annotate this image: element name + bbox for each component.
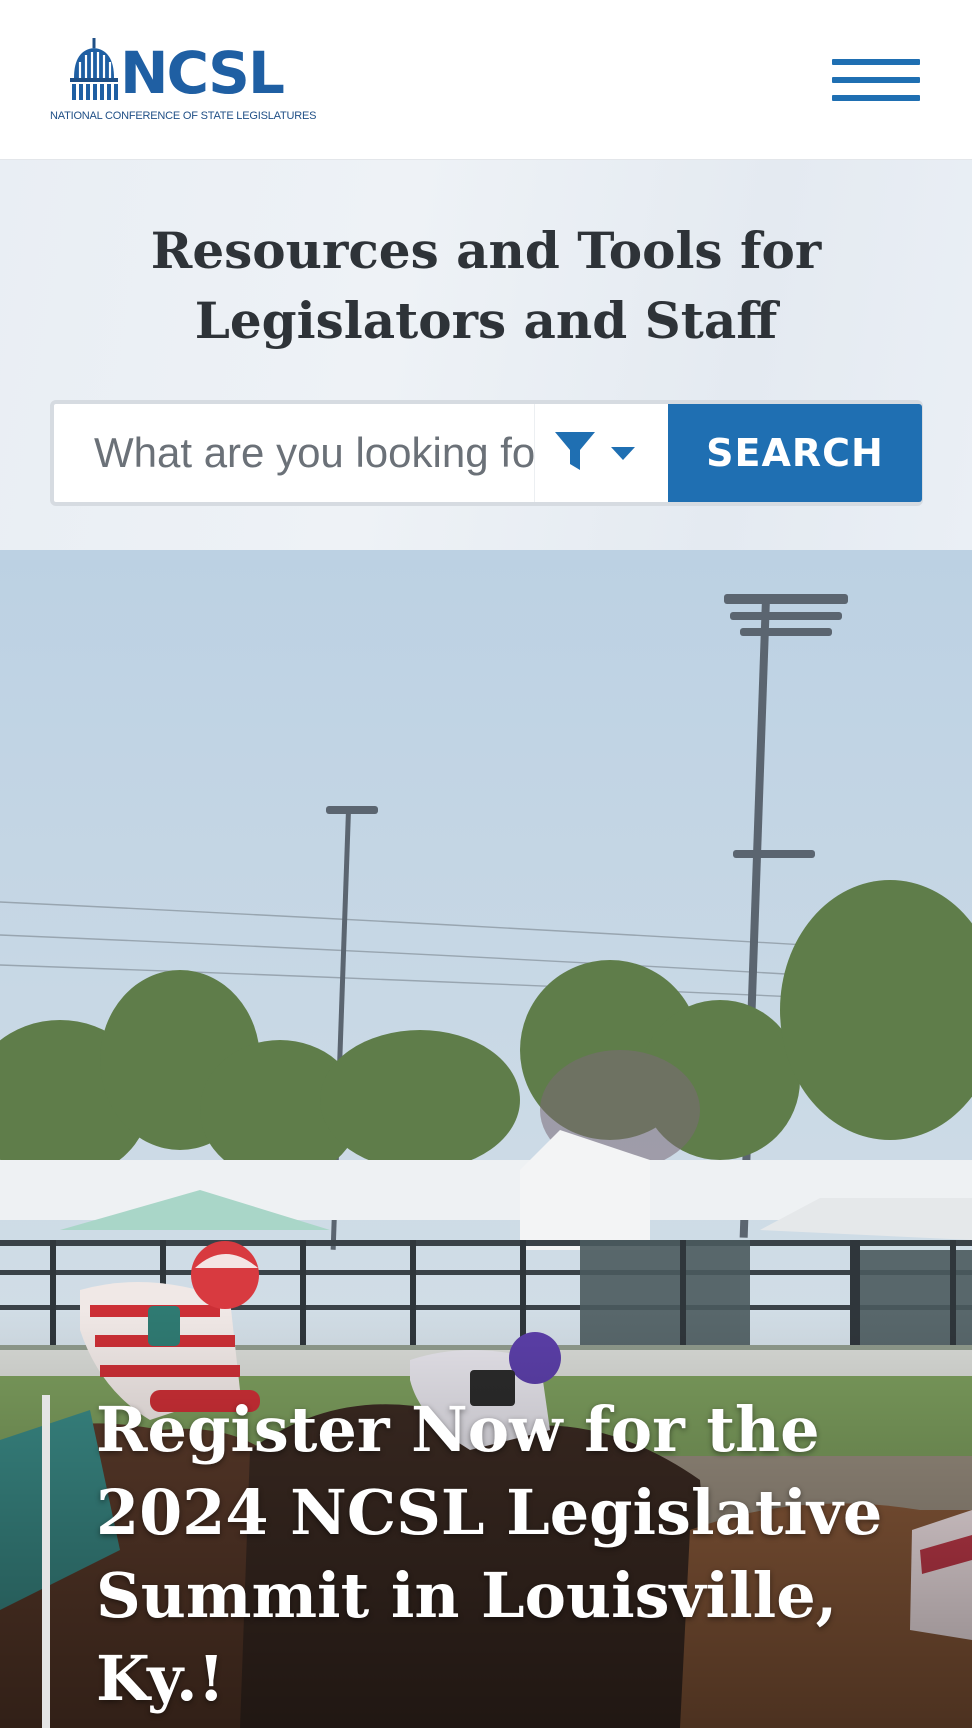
logo-subtitle: NATIONAL CONFERENCE OF STATE LEGISLATURE… [50,110,317,122]
ncsl-logo[interactable]: NCSL NATIONAL CONFERENCE OF STATE LEGISL… [50,36,317,126]
feature-accent-rule [42,1395,50,1728]
page-title: Resources and Tools for Legislators and … [150,221,822,350]
search-input[interactable] [54,404,534,502]
menu-button[interactable] [828,56,922,108]
search-section: Resources and Tools for Legislators and … [0,160,972,550]
search-bar: SEARCH [50,400,923,506]
filter-dropdown-button[interactable] [534,404,668,502]
search-button[interactable]: SEARCH [668,404,922,502]
page: NCSL NATIONAL CONFERENCE OF STATE LEGISL… [0,0,972,1728]
caret-down-icon [611,447,635,460]
filter-icon [555,432,595,470]
capitol-dome-icon [70,38,118,100]
logo-wordmark: NCSL [120,39,285,107]
feature-headline-link[interactable]: Register Now for the 2024 NCSL Legislati… [96,1388,956,1720]
site-header: NCSL NATIONAL CONFERENCE OF STATE LEGISL… [0,0,972,160]
